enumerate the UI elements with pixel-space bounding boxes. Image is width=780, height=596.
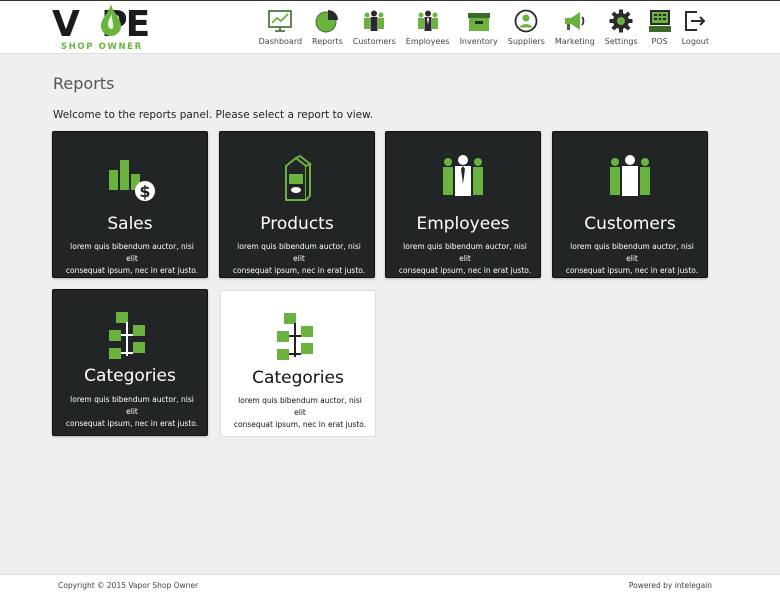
nav-inventory-label: Inventory bbox=[459, 37, 498, 46]
intro-text: Welcome to the reports panel. Please sel… bbox=[53, 109, 374, 121]
card-description: lorem quis bibendum auctor, nisi elit co… bbox=[233, 396, 367, 429]
pie-chart-icon bbox=[315, 10, 339, 33]
category-tree-icon bbox=[109, 312, 145, 359]
nav-customers-label: Customers bbox=[352, 37, 396, 46]
card-title: Customers bbox=[584, 214, 676, 234]
dashboard-icon bbox=[268, 10, 293, 32]
svg-text:$: $ bbox=[139, 182, 150, 201]
nav-logout[interactable]: Logout bbox=[677, 9, 714, 49]
nav-pos-label: POS bbox=[651, 37, 668, 46]
customers-icon bbox=[610, 155, 650, 196]
megaphone-icon bbox=[564, 12, 585, 30]
inventory-box-icon bbox=[467, 13, 490, 31]
customers-icon bbox=[364, 10, 385, 31]
report-card-customers[interactable]: Customers lorem quis bibendum auctor, ni… bbox=[552, 131, 708, 278]
nav-marketing[interactable]: Marketing bbox=[550, 9, 600, 49]
card-title: Sales bbox=[107, 214, 153, 234]
card-description: lorem quis bibendum auctor, nisi elit co… bbox=[232, 242, 366, 275]
product-carton-icon bbox=[285, 154, 312, 201]
logout-icon bbox=[685, 11, 706, 31]
top-header: VAPE SHOP OWNER Dashboard Reports bbox=[0, 0, 780, 54]
report-card-products[interactable]: Products lorem quis bibendum auctor, nis… bbox=[219, 131, 375, 278]
nav-marketing-label: Marketing bbox=[554, 37, 595, 46]
report-card-categories-hover[interactable]: Categories lorem quis bibendum auctor, n… bbox=[220, 290, 376, 437]
card-description: lorem quis bibendum auctor, nisi elit co… bbox=[565, 242, 699, 275]
gear-icon bbox=[609, 9, 633, 33]
report-card-employees[interactable]: Employees lorem quis bibendum auctor, ni… bbox=[385, 131, 541, 278]
nav-inventory[interactable]: Inventory bbox=[455, 9, 503, 49]
powered-by-link[interactable]: Powered by intelegain bbox=[629, 581, 712, 590]
card-description: lorem quis bibendum auctor, nisi elit co… bbox=[398, 242, 532, 275]
page-footer: Copyright © 2015 Vapor Shop Owner Powere… bbox=[0, 574, 780, 596]
employees-icon bbox=[443, 155, 483, 196]
nav-suppliers-label: Suppliers bbox=[507, 37, 545, 46]
nav-reports[interactable]: Reports bbox=[307, 9, 348, 49]
main-nav: Dashboard Reports Customers Employees In… bbox=[254, 9, 714, 49]
card-description: lorem quis bibendum auctor, nisi elit co… bbox=[65, 395, 199, 428]
sales-chart-dollar-icon: $ bbox=[109, 160, 155, 201]
card-title: Categories bbox=[84, 366, 176, 386]
nav-dashboard-label: Dashboard bbox=[258, 37, 303, 46]
nav-reports-label: Reports bbox=[312, 37, 343, 46]
nav-employees-label: Employees bbox=[405, 37, 450, 46]
card-title: Categories bbox=[252, 368, 344, 388]
suppliers-icon bbox=[514, 9, 538, 33]
card-description: lorem quis bibendum auctor, nisi elit co… bbox=[65, 242, 199, 275]
category-tree-icon bbox=[277, 313, 313, 360]
nav-settings-label: Settings bbox=[604, 37, 638, 46]
nav-settings[interactable]: Settings bbox=[600, 9, 643, 49]
nav-dashboard[interactable]: Dashboard bbox=[254, 9, 307, 49]
nav-employees[interactable]: Employees bbox=[401, 9, 455, 49]
nav-pos[interactable]: POS bbox=[643, 9, 677, 49]
nav-customers[interactable]: Customers bbox=[348, 9, 401, 49]
vapor-drop-icon bbox=[101, 4, 121, 36]
employees-icon bbox=[417, 10, 438, 31]
pos-register-icon bbox=[648, 10, 671, 32]
nav-suppliers[interactable]: Suppliers bbox=[503, 9, 550, 49]
page-title: Reports bbox=[53, 74, 115, 93]
card-title: Products bbox=[260, 214, 334, 234]
copyright-text: Copyright © 2015 Vapor Shop Owner bbox=[58, 581, 199, 590]
nav-logout-label: Logout bbox=[681, 37, 709, 46]
logo-subtitle: SHOP OWNER bbox=[61, 42, 143, 52]
card-title: Employees bbox=[416, 214, 510, 234]
report-card-sales[interactable]: $ Sales lorem quis bibendum auctor, nisi… bbox=[52, 131, 208, 278]
report-card-categories[interactable]: Categories lorem quis bibendum auctor, n… bbox=[52, 289, 208, 436]
vape-shop-owner-logo[interactable]: VAPE SHOP OWNER bbox=[52, 4, 160, 52]
